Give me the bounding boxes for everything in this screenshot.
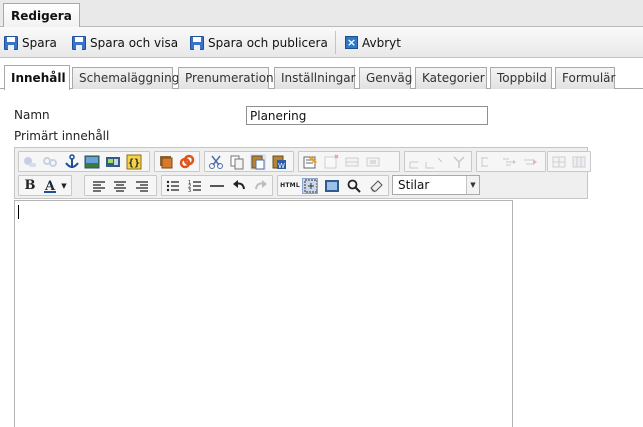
font-color-dropdown-icon[interactable]: ▼: [59, 178, 69, 194]
undo-icon[interactable]: [231, 178, 247, 194]
editor-page: Redigera Spara Spara och visa Spara och …: [0, 0, 643, 427]
svg-text:{}: {}: [128, 158, 140, 169]
row-properties-icon[interactable]: [480, 154, 496, 170]
toolbar-group-columns: [404, 151, 472, 172]
tab-redigera[interactable]: Redigera: [3, 3, 80, 28]
insert-media-icon[interactable]: [105, 154, 121, 170]
text-cursor: [18, 205, 19, 219]
content-tabs: Innehåll Schemaläggning Prenumeration In…: [0, 58, 643, 90]
insert-image-icon[interactable]: [84, 154, 100, 170]
paste-word-icon[interactable]: W: [271, 154, 287, 170]
svg-text:3: 3: [188, 188, 191, 194]
toolbar-group-lists: 123: [161, 175, 273, 196]
redo-icon[interactable]: [253, 178, 269, 194]
delete-row-icon[interactable]: [344, 154, 360, 170]
toolbar-group-format: B A ▼: [18, 175, 72, 196]
action-toolbar: Spara Spara och visa Spara och publicera…: [0, 27, 643, 58]
tab-genvag[interactable]: Genväg: [359, 67, 412, 89]
toolbar-group-custom: [154, 151, 200, 172]
tab-innehall[interactable]: Innehåll: [4, 65, 70, 90]
insert-code-icon[interactable]: {}: [126, 154, 142, 170]
cancel-icon: ×: [345, 36, 358, 49]
tab-prenumeration[interactable]: Prenumeration: [178, 67, 274, 89]
split-cells-icon[interactable]: [451, 154, 467, 170]
styles-dropdown[interactable]: Stilar ▼: [392, 175, 480, 195]
table-icon[interactable]: [551, 154, 567, 170]
insert-column-icon[interactable]: [408, 154, 446, 170]
tab-formular[interactable]: Formulär: [555, 67, 615, 89]
tab-toppbild[interactable]: Toppbild: [490, 67, 552, 89]
toolbar-group-grid: [547, 151, 591, 172]
toggle-guidelines-icon[interactable]: [302, 178, 318, 194]
unlink-icon[interactable]: [42, 154, 58, 170]
bullet-list-icon[interactable]: [165, 178, 181, 194]
toolbar-group-align: [84, 175, 157, 196]
save-icon: [4, 35, 18, 50]
save-and-publish-button[interactable]: Spara och publicera: [190, 34, 328, 51]
preview-icon[interactable]: [324, 178, 340, 194]
save-and-publish-label: Spara och publicera: [208, 35, 328, 50]
tab-kategorier[interactable]: Kategorier: [415, 67, 487, 89]
name-label: Namn: [14, 108, 50, 122]
dynamic-content-icon[interactable]: [179, 154, 195, 170]
main-content-label: Primärt innehåll: [14, 129, 110, 143]
row-delete-icon[interactable]: [522, 154, 538, 170]
toolbar-group-clipboard: W: [204, 151, 294, 172]
align-center-icon[interactable]: [112, 178, 128, 194]
tab-installningar[interactable]: Inställningar: [274, 67, 356, 89]
toolbar-group-insert: {}: [18, 151, 150, 172]
cut-icon[interactable]: [208, 154, 224, 170]
toolbar-group-view: HTML: [277, 175, 389, 196]
image-gallery-icon[interactable]: [158, 154, 174, 170]
paste-icon[interactable]: [250, 154, 266, 170]
numbered-list-icon[interactable]: 123: [187, 178, 203, 194]
top-tab-strip: Redigera: [0, 0, 643, 28]
editor-content-area[interactable]: [14, 200, 513, 427]
save-view-icon: [72, 35, 86, 50]
cancel-button[interactable]: × Avbryt: [345, 34, 401, 51]
table-properties-icon[interactable]: [302, 154, 318, 170]
align-right-icon[interactable]: [134, 178, 150, 194]
cancel-label: Avbryt: [362, 35, 401, 50]
insert-row-icon[interactable]: [323, 154, 339, 170]
svg-text:W: W: [278, 162, 285, 170]
chevron-down-icon: ▼: [466, 176, 479, 194]
font-color-icon[interactable]: A: [42, 178, 58, 194]
save-button[interactable]: Spara: [4, 34, 57, 51]
anchor-icon[interactable]: [64, 154, 80, 170]
rich-text-toolbar: {} W B A ▼ 1 2 3 HTML Stilar ▼: [14, 147, 591, 199]
toolbar-group-table: [298, 151, 400, 172]
cell-properties-icon[interactable]: [501, 154, 517, 170]
toolbar-group-rows: [476, 151, 546, 172]
save-publish-icon: [190, 35, 204, 50]
name-input[interactable]: [246, 106, 488, 125]
save-and-view-label: Spara och visa: [90, 35, 179, 50]
find-icon[interactable]: [346, 178, 362, 194]
copy-icon[interactable]: [229, 154, 245, 170]
styles-dropdown-value: Stilar: [398, 178, 430, 192]
bold-icon[interactable]: B: [22, 178, 38, 194]
clean-format-icon[interactable]: [368, 178, 384, 194]
align-left-icon[interactable]: [91, 178, 107, 194]
html-source-icon[interactable]: HTML: [280, 178, 300, 194]
save-label: Spara: [22, 35, 57, 50]
horizontal-rule-icon[interactable]: [209, 178, 225, 194]
merge-cells-icon[interactable]: [365, 154, 381, 170]
toolbar-divider: [335, 31, 336, 54]
insert-link-icon[interactable]: [22, 154, 38, 170]
save-and-view-button[interactable]: Spara och visa: [72, 34, 178, 51]
table-grid-icon[interactable]: [571, 154, 587, 170]
tab-schemalaggning[interactable]: Schemaläggning: [72, 67, 179, 89]
